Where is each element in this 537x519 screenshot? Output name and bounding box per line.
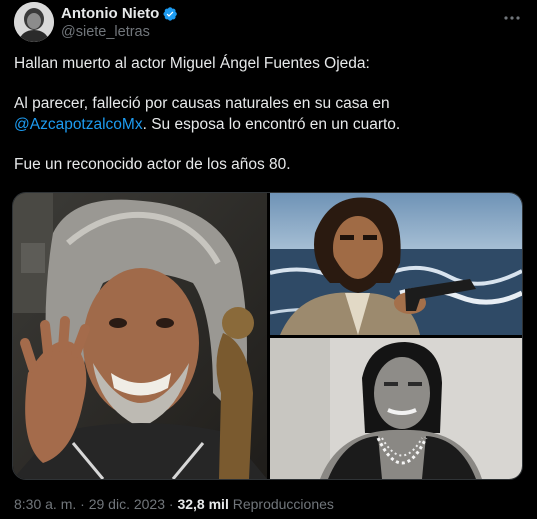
tweet-card: Antonio Nieto @siete_letras Hallan muert… xyxy=(0,0,537,519)
tweet-line-2-prefix: Al parecer, falleció por causas naturale… xyxy=(14,95,390,112)
tweet-line-3: Fue un reconocido actor de los años 80. xyxy=(14,156,291,173)
media-grid xyxy=(12,192,523,480)
tweet-header: Antonio Nieto @siete_letras xyxy=(14,2,524,42)
views-count: 32,8 mil xyxy=(177,496,229,512)
tweet-time[interactable]: 8:30 a. m. xyxy=(14,496,76,512)
avatar[interactable] xyxy=(14,2,54,42)
tweet-line-2-suffix: . Su esposa lo encontró en un cuarto. xyxy=(142,116,401,133)
photo-1[interactable] xyxy=(13,193,267,479)
tweet-line-1: Hallan muerto al actor Miguel Ángel Fuen… xyxy=(14,55,370,72)
mention-link[interactable]: @AzcapotzalcoMx xyxy=(14,116,143,133)
photo-3[interactable] xyxy=(270,338,522,479)
verified-badge-icon xyxy=(162,6,178,22)
meta-separator-1: · xyxy=(76,496,89,512)
tweet-meta: 8:30 a. m. · 29 dic. 2023 · 32,8 mil Rep… xyxy=(14,496,334,512)
views-label: Reproducciones xyxy=(228,496,334,512)
handle[interactable]: @siete_letras xyxy=(61,24,178,40)
photo-2[interactable] xyxy=(270,193,522,335)
more-options-icon[interactable] xyxy=(502,8,522,28)
tweet-date[interactable]: 29 dic. 2023 xyxy=(89,496,165,512)
tweet-text: Hallan muerto al actor Miguel Ángel Fuen… xyxy=(14,53,524,194)
display-name[interactable]: Antonio Nieto xyxy=(61,5,159,22)
author-names: Antonio Nieto @siete_letras xyxy=(61,4,178,40)
meta-separator-2: · xyxy=(165,496,178,512)
tweet-line-2: Al parecer, falleció por causas naturale… xyxy=(14,93,524,135)
